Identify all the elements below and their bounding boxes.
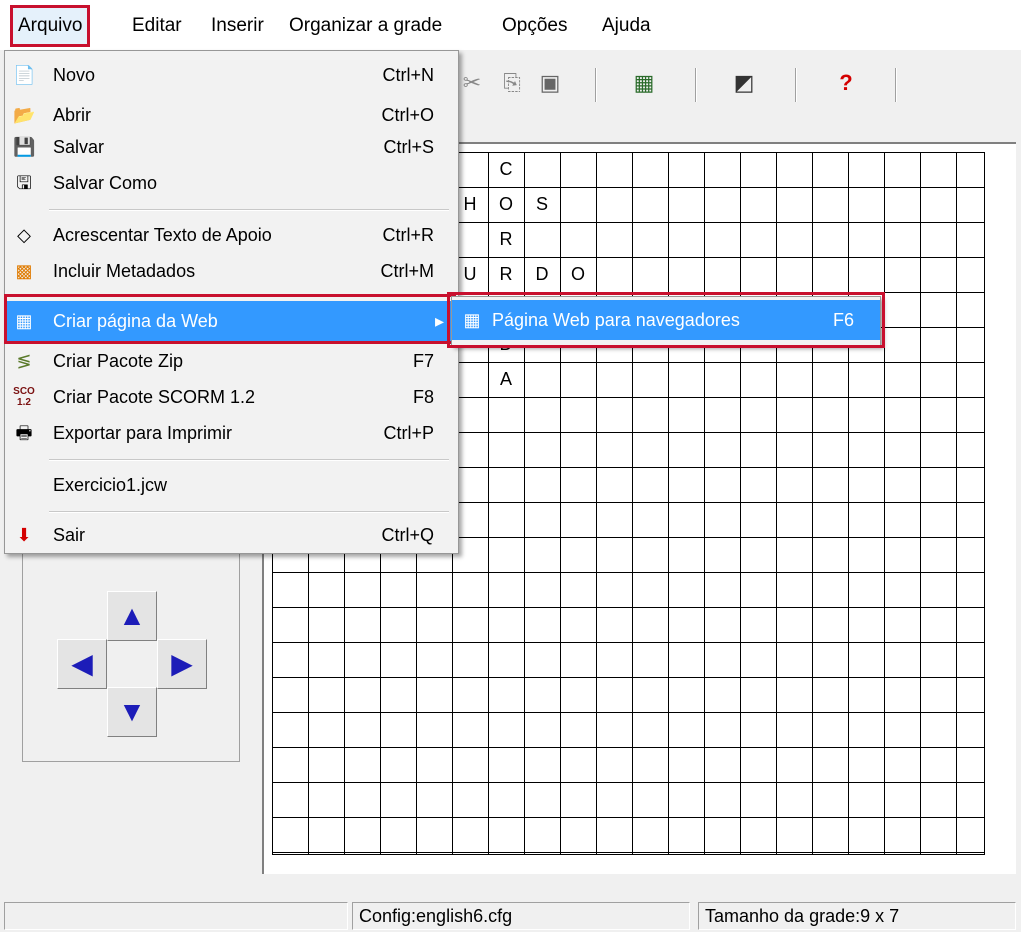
grid-icon[interactable]: ▦ bbox=[631, 70, 657, 96]
menu-item-shortcut: Ctrl+P bbox=[383, 423, 434, 443]
grid-cell[interactable]: O bbox=[560, 257, 596, 292]
grid-cell[interactable]: S bbox=[524, 187, 560, 222]
menu-bar: Arquivo Editar Inserir Organizar a grade… bbox=[0, 0, 1021, 50]
toolbar: ✂ ⎘ ▣ ▦ ◩ ? bbox=[455, 58, 1015, 108]
menu-item-label: Salvar Como bbox=[53, 173, 158, 193]
arrow-down-icon: ▼ bbox=[118, 696, 146, 727]
menu-item-criar-pacote-scorm[interactable]: SCO 1.2 Criar Pacote SCORM 1.2 F8 bbox=[5, 377, 458, 417]
menu-item-shortcut: Ctrl+Q bbox=[381, 525, 434, 545]
menu-item-salvar[interactable]: 💾 Salvar Ctrl+S bbox=[5, 127, 458, 167]
arrow-up-button[interactable]: ▲ bbox=[107, 591, 157, 641]
menu-item-sair[interactable]: ⬇ Sair Ctrl+Q bbox=[5, 515, 458, 555]
menu-item-shortcut: F8 bbox=[412, 387, 434, 407]
menu-item-exportar-imprimir[interactable]: 🖶 Exportar para Imprimir Ctrl+P bbox=[5, 413, 458, 453]
save-as-icon: 🖫 bbox=[16, 173, 32, 193]
grid-cell[interactable]: R bbox=[488, 257, 524, 292]
grid-cell[interactable]: D bbox=[524, 257, 560, 292]
arrow-left-icon: ◀ bbox=[71, 648, 93, 679]
toolbar-separator bbox=[595, 68, 597, 102]
web-export-icon[interactable]: ◩ bbox=[731, 70, 757, 96]
menu-opcoes[interactable]: Opções bbox=[496, 8, 573, 44]
menu-item-label: Sair bbox=[53, 525, 86, 545]
arrow-left-button[interactable]: ◀ bbox=[57, 639, 107, 689]
grid-cell[interactable]: R bbox=[488, 222, 524, 257]
menu-editar[interactable]: Editar bbox=[126, 8, 188, 44]
menu-item-label: Exercicio1.jcw bbox=[53, 475, 168, 495]
menu-separator bbox=[49, 459, 449, 461]
toolbar-separator bbox=[795, 68, 797, 102]
direction-pad: ▲ ◀ ▶ ▼ bbox=[22, 550, 240, 762]
new-document-icon: 📄 bbox=[13, 65, 36, 85]
grid-cell[interactable]: O bbox=[488, 187, 524, 222]
arrow-down-button[interactable]: ▼ bbox=[107, 687, 157, 737]
menu-item-label: Salvar bbox=[53, 137, 105, 157]
annotation-highlight-box bbox=[4, 294, 456, 344]
menu-item-label: Acrescentar Texto de Apoio bbox=[53, 225, 272, 245]
arrow-right-button[interactable]: ▶ bbox=[157, 639, 207, 689]
scorm-icon: SCO 1.2 bbox=[13, 386, 35, 408]
exit-arrow-icon: ⬇ bbox=[16, 525, 32, 545]
menu-separator bbox=[49, 511, 449, 513]
metadata-icon: ▩ bbox=[15, 261, 33, 281]
menu-item-label: Criar Pacote Zip bbox=[53, 351, 184, 371]
menu-item-recent-file[interactable]: Exercicio1.jcw bbox=[5, 465, 458, 505]
arrow-up-icon: ▲ bbox=[118, 600, 146, 631]
menu-item-criar-pacote-zip[interactable]: ≶ Criar Pacote Zip F7 bbox=[5, 341, 458, 381]
annotation-highlight-box bbox=[447, 292, 885, 348]
menu-item-salvar-como[interactable]: 🖫 Salvar Como bbox=[5, 163, 458, 203]
menu-item-label: Incluir Metadados bbox=[53, 261, 196, 281]
menu-item-label: Novo bbox=[53, 65, 96, 85]
menu-item-shortcut: F7 bbox=[412, 351, 434, 371]
menu-organizar-grade[interactable]: Organizar a grade bbox=[283, 8, 448, 44]
menu-inserir[interactable]: Inserir bbox=[205, 8, 270, 44]
toolbar-separator bbox=[695, 68, 697, 102]
menu-item-label: Criar Pacote SCORM 1.2 bbox=[53, 387, 256, 407]
status-panel-empty bbox=[4, 902, 348, 930]
menu-item-incluir-metadados[interactable]: ▩ Incluir Metadados Ctrl+M bbox=[5, 251, 458, 291]
status-bar: Config:english6.cfg Tamanho da grade:9 x… bbox=[0, 900, 1021, 932]
menu-arquivo[interactable]: Arquivo bbox=[10, 5, 91, 47]
cut-icon[interactable]: ✂ bbox=[459, 70, 485, 96]
grid-cell[interactable]: A bbox=[488, 362, 524, 397]
arrow-right-icon: ▶ bbox=[171, 648, 193, 679]
help-icon[interactable]: ? bbox=[833, 70, 859, 96]
add-text-icon: ◇ bbox=[17, 225, 31, 245]
menu-item-shortcut: Ctrl+S bbox=[383, 137, 434, 157]
menu-item-shortcut: Ctrl+R bbox=[382, 225, 434, 245]
status-grid-size: Tamanho da grade:9 x 7 bbox=[698, 902, 1016, 930]
toolbar-separator bbox=[895, 68, 897, 102]
menu-ajuda[interactable]: Ajuda bbox=[596, 8, 657, 44]
paste-icon[interactable]: ▣ bbox=[537, 70, 563, 96]
menu-item-label: Exportar para Imprimir bbox=[53, 423, 233, 443]
menu-item-shortcut: Ctrl+N bbox=[382, 65, 434, 85]
grid-cell[interactable]: C bbox=[488, 152, 524, 187]
save-disk-icon: 💾 bbox=[13, 137, 36, 157]
menu-item-novo[interactable]: 📄 Novo Ctrl+N bbox=[5, 55, 458, 95]
open-folder-icon: 📂 bbox=[13, 105, 36, 125]
zip-icon: ≶ bbox=[16, 351, 32, 371]
menu-separator bbox=[49, 209, 449, 211]
copy-icon[interactable]: ⎘ bbox=[499, 70, 525, 96]
menu-item-shortcut: Ctrl+M bbox=[380, 261, 435, 281]
status-config: Config:english6.cfg bbox=[352, 902, 690, 930]
menu-item-acrescentar-texto[interactable]: ◇ Acrescentar Texto de Apoio Ctrl+R bbox=[5, 215, 458, 255]
printer-icon: 🖶 bbox=[15, 423, 33, 443]
